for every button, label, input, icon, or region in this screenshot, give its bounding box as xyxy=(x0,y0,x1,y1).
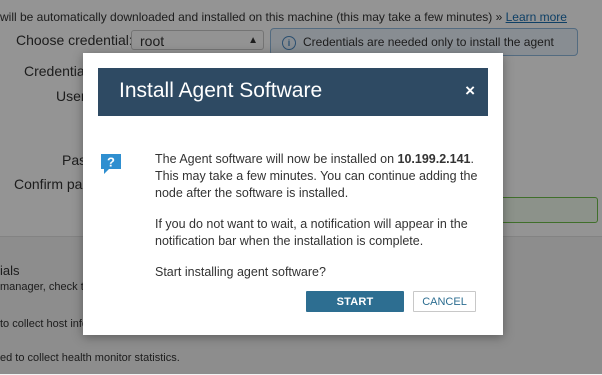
install-message-prefix: The Agent software will now be installed… xyxy=(155,152,398,166)
install-message: The Agent software will now be installed… xyxy=(155,151,490,202)
question-bubble-icon: ? xyxy=(101,154,121,174)
close-icon[interactable]: × xyxy=(465,81,475,101)
install-agent-dialog: Install Agent Software × ? The Agent sof… xyxy=(83,53,503,335)
dialog-title: Install Agent Software xyxy=(119,79,323,102)
dialog-header: Install Agent Software × xyxy=(98,68,488,116)
notification-message: If you do not want to wait, a notificati… xyxy=(155,217,468,248)
start-install-button[interactable]: START INSTALL xyxy=(306,291,404,329)
dialog-body: The Agent software will now be installed… xyxy=(155,151,490,295)
ip-address: 10.199.2.141 xyxy=(397,152,471,166)
confirm-question: Start installing agent software? xyxy=(155,265,326,279)
cancel-button[interactable]: CANCEL xyxy=(413,291,476,312)
svg-text:?: ? xyxy=(107,155,115,170)
